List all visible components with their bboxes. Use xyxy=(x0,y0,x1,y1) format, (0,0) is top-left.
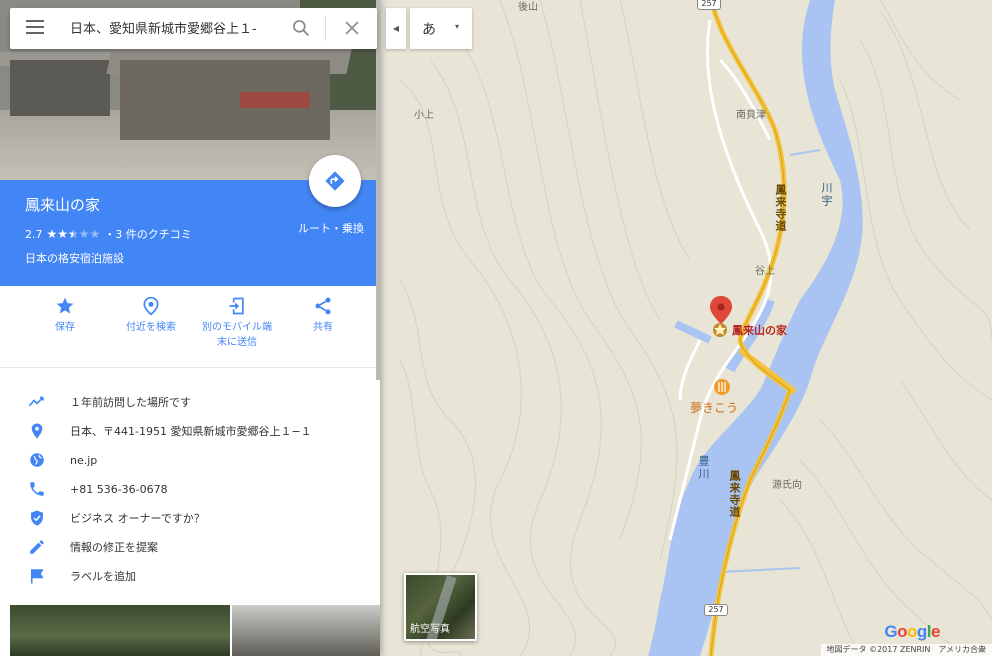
map-label-minami-kaizu: 南貝津 xyxy=(736,110,766,121)
panel-scrollbar[interactable] xyxy=(376,0,380,380)
close-icon[interactable] xyxy=(342,18,362,38)
nearby-icon xyxy=(143,296,159,316)
google-logo: Google xyxy=(884,622,940,641)
poi-label-restaurant[interactable]: 夢きこう xyxy=(690,399,738,416)
owner-row[interactable]: ビジネス オーナーですか？ xyxy=(0,504,380,532)
map-attribution[interactable]: 地図データ ©2017 ZENRIN アメリカ合衆 xyxy=(820,644,992,656)
ime-char: あ xyxy=(422,22,436,38)
directions-icon xyxy=(325,171,345,191)
route-label[interactable]: ルート・乗換 xyxy=(298,220,364,236)
save-button[interactable]: 保存 xyxy=(20,296,110,335)
flag-icon xyxy=(31,569,44,584)
hamburger-menu-icon[interactable] xyxy=(26,20,44,36)
search-input[interactable] xyxy=(70,20,280,35)
half-star-icon: ★★ xyxy=(68,227,79,241)
suggest-edit-row[interactable]: 情報の修正を提案 xyxy=(0,533,380,561)
route-button[interactable] xyxy=(309,155,361,207)
road-label-north: 鳳来寺道 xyxy=(774,184,787,232)
add-label-row[interactable]: ラベルを追加 xyxy=(0,562,380,590)
poi-label-main[interactable]: 鳳来山の家 xyxy=(732,322,787,338)
map-label-kokami: 小上 xyxy=(414,110,434,121)
search-divider xyxy=(325,16,326,41)
collapse-panel-button[interactable]: ◀ xyxy=(386,8,406,49)
add-label-text: ラベルを追加 xyxy=(70,570,136,583)
send-to-device-icon xyxy=(229,297,244,315)
map-label-taniue: 谷上 xyxy=(755,266,775,277)
website-link[interactable]: ne.jp xyxy=(70,454,97,467)
restaurant-poi-icon[interactable] xyxy=(714,379,730,395)
hero-shed xyxy=(10,60,110,116)
share-label: 共有 xyxy=(313,322,333,333)
search-nearby-button[interactable]: 付近を検索 xyxy=(106,296,196,335)
place-title: 鳳来山の家 xyxy=(25,196,101,214)
ime-mode-selector[interactable]: あ ▾ xyxy=(410,8,472,49)
satellite-label: 航空写真 xyxy=(410,624,450,635)
river-label-south: 豊川 xyxy=(697,455,710,481)
address-text: 日本、〒441-1951 愛知県新城市愛郷谷上１−１ xyxy=(70,425,312,438)
place-panel: 鳳来山の家 2.7 ★★★★★★ ・3 件のクチコミ 日本の格安宿泊施設 ルート… xyxy=(0,0,380,656)
save-label: 保存 xyxy=(55,322,75,333)
location-pin-icon xyxy=(31,423,43,439)
pencil-icon xyxy=(30,540,44,554)
review-count[interactable]: ・3 件のクチコミ xyxy=(104,226,192,242)
share-button[interactable]: 共有 xyxy=(278,296,368,335)
map-label-genjimukai: 源氏向 xyxy=(772,480,802,491)
owner-text: ビジネス オーナーですか？ xyxy=(70,512,205,525)
photo-strip xyxy=(10,605,380,656)
hotel-poi-icon[interactable] xyxy=(713,323,727,337)
road-label-south: 鳳来寺道 xyxy=(728,470,741,518)
search-box[interactable] xyxy=(10,8,377,49)
triangle-left-icon: ◀ xyxy=(392,24,400,33)
photo-thumbnail[interactable] xyxy=(10,605,230,656)
star-icon xyxy=(56,297,74,314)
phone-icon xyxy=(30,482,44,496)
satellite-view-toggle[interactable]: 航空写真 xyxy=(404,573,477,641)
phone-row[interactable]: +81 536-36-0678 xyxy=(0,475,380,503)
verified-shield-icon xyxy=(31,510,43,526)
search-nearby-label: 付近を検索 xyxy=(126,322,176,333)
rating-value: 2.7 xyxy=(25,227,43,241)
route-shield-bottom: 257 xyxy=(704,604,728,616)
address-row[interactable]: 日本、〒441-1951 愛知県新城市愛郷谷上１−１ xyxy=(0,417,380,445)
visited-row[interactable]: １年前訪問した場所です xyxy=(0,388,380,416)
globe-icon xyxy=(30,453,44,467)
website-row[interactable]: ne.jp xyxy=(0,446,380,474)
chevron-down-icon: ▾ xyxy=(455,22,460,31)
visited-text: １年前訪問した場所です xyxy=(70,396,191,409)
trend-icon xyxy=(28,396,44,407)
map-label-ushiroyama: 後山 xyxy=(518,2,538,13)
action-bar: 保存 付近を検索 別のモバイル端 末に送信 共有 xyxy=(0,286,380,368)
send-to-device-label: 別のモバイル端 末に送信 xyxy=(202,322,272,348)
send-to-device-button[interactable]: 別のモバイル端 末に送信 xyxy=(192,296,282,350)
place-type[interactable]: 日本の格安宿泊施設 xyxy=(25,250,124,266)
rating-stars: ★★★★★★ xyxy=(46,227,101,241)
share-icon xyxy=(315,297,331,315)
photo-thumbnail[interactable] xyxy=(232,605,380,656)
suggest-edit-text: 情報の修正を提案 xyxy=(70,541,158,554)
river-label-north: 川宇 xyxy=(820,182,833,208)
route-shield-top: 257 xyxy=(697,0,721,10)
hero-red-roof xyxy=(240,92,310,108)
phone-text: +81 536-36-0678 xyxy=(70,482,168,496)
search-icon[interactable] xyxy=(291,18,311,38)
rating-row[interactable]: 2.7 ★★★★★★ ・3 件のクチコミ xyxy=(25,226,192,242)
